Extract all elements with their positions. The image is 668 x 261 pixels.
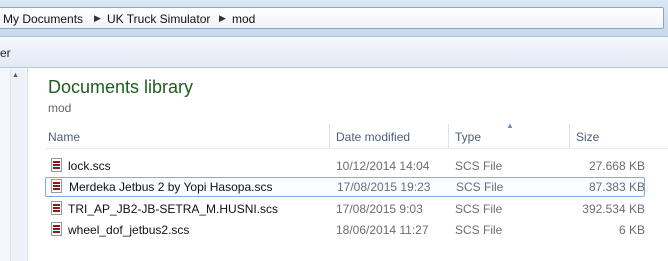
file-date: 17/08/2015 19:23	[337, 180, 431, 194]
address-bar: My Documents ▶ UK Truck Simulator ▶ mod	[0, 0, 668, 37]
scs-file-icon	[51, 179, 62, 193]
organize-button[interactable]: er	[0, 46, 11, 60]
file-size: 6 KB	[618, 223, 645, 237]
breadcrumb-mod[interactable]: mod	[232, 12, 255, 26]
file-date: 18/06/2014 11:27	[336, 223, 429, 237]
library-subtitle: mod	[48, 101, 72, 115]
scs-file-icon	[51, 201, 62, 215]
column-header-size[interactable]: Size	[576, 130, 599, 144]
file-name: Merdeka Jetbus 2 by Yopi Hasopa.scs	[69, 180, 273, 194]
navigation-scrollbar[interactable]	[10, 70, 25, 261]
file-type: SCS File	[455, 223, 503, 237]
file-type: SCS File	[455, 202, 503, 216]
breadcrumb-separator-icon[interactable]: ▶	[94, 13, 101, 24]
column-divider[interactable]	[569, 124, 570, 148]
scroll-up-arrow-icon[interactable]: ▲	[12, 72, 19, 79]
file-date: 17/08/2015 9:03	[336, 202, 423, 216]
file-size: 87.383 KB	[588, 180, 645, 194]
scs-file-icon	[51, 158, 62, 172]
file-size: 27.668 KB	[588, 159, 645, 173]
breadcrumb-separator-icon[interactable]: ▶	[219, 13, 226, 24]
address-field[interactable]: My Documents ▶ UK Truck Simulator ▶ mod	[0, 7, 664, 29]
file-name: lock.scs	[68, 159, 111, 173]
file-row[interactable]: lock.scs 10/12/2014 14:04 SCS File 27.66…	[45, 156, 645, 176]
file-name: wheel_dof_jetbus2.scs	[68, 223, 190, 237]
column-header-type[interactable]: Type	[455, 130, 481, 144]
file-row[interactable]: wheel_dof_jetbus2.scs 18/06/2014 11:27 S…	[45, 220, 645, 240]
library-title: Documents library	[48, 77, 194, 97]
file-row[interactable]: TRI_AP_JB2-JB-SETRA_M.HUSNI.scs 17/08/20…	[45, 199, 645, 219]
column-header-name[interactable]: Name	[48, 130, 80, 144]
file-type: SCS File	[456, 180, 504, 194]
file-size: 392.534 KB	[582, 202, 645, 216]
breadcrumb-uk-truck-simulator[interactable]: UK Truck Simulator	[107, 12, 210, 26]
breadcrumb-my-documents[interactable]: My Documents	[3, 12, 83, 26]
file-name: TRI_AP_JB2-JB-SETRA_M.HUSNI.scs	[68, 202, 279, 216]
column-divider[interactable]	[448, 124, 449, 148]
sort-ascending-icon: ▲	[506, 121, 514, 130]
column-header-date-modified[interactable]: Date modified	[336, 130, 410, 144]
column-divider[interactable]	[329, 124, 330, 148]
scs-file-icon	[51, 222, 62, 236]
file-date: 10/12/2014 14:04	[336, 159, 430, 173]
header-divider	[45, 148, 668, 149]
file-row-selected[interactable]: Merdeka Jetbus 2 by Yopi Hasopa.scs 17/0…	[45, 177, 645, 197]
command-bar: er	[0, 37, 668, 68]
file-type: SCS File	[455, 159, 503, 173]
